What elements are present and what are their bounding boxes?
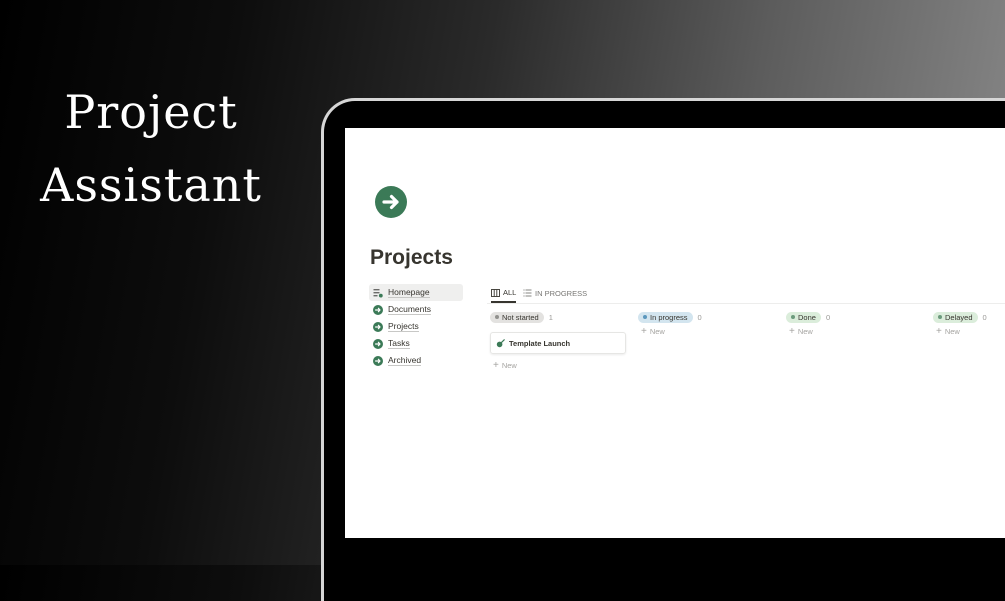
- column-header: Done 0: [786, 311, 926, 323]
- board-column-done: Done 0 + New: [786, 311, 926, 337]
- board-icon: [491, 288, 500, 297]
- arrow-right-circle-icon: [373, 304, 383, 315]
- status-dot: [791, 315, 795, 319]
- arrow-right-circle-icon: [373, 355, 383, 366]
- hero-title: Project Assistant: [0, 76, 302, 222]
- column-count: 0: [825, 312, 831, 322]
- status-dot: [938, 315, 942, 319]
- sidebar-item-label: Projects: [388, 321, 419, 332]
- laptop-screen: Projects Homepage Documents Projects Tas…: [345, 128, 1005, 538]
- column-count: 1: [548, 312, 553, 322]
- status-badge: Done: [786, 311, 821, 323]
- column-header: Not started 1: [490, 311, 630, 323]
- card-title: Template Launch: [509, 338, 571, 348]
- tab-in-progress[interactable]: IN PROGRESS: [523, 284, 587, 302]
- sidebar-item-archived[interactable]: Archived: [369, 352, 463, 369]
- status-dot: [643, 315, 647, 319]
- arrow-right-circle-icon: [373, 321, 383, 332]
- column-header: In progress 0: [638, 311, 778, 323]
- new-label: New: [501, 361, 517, 370]
- status-label: Delayed: [945, 312, 973, 322]
- sidebar-item-documents[interactable]: Documents: [369, 301, 463, 318]
- new-card-button[interactable]: + New: [933, 326, 1005, 337]
- arrow-right-circle-icon: [373, 338, 383, 349]
- database-icon: [373, 288, 383, 297]
- new-label: New: [797, 327, 813, 336]
- status-badge: Not started: [490, 311, 544, 323]
- sidebar: Homepage Documents Projects Tasks Archiv…: [369, 284, 463, 369]
- sidebar-item-label: Documents: [388, 304, 431, 315]
- board-column-delayed: Delayed 0 + New: [933, 311, 1005, 337]
- status-dot: [495, 315, 499, 319]
- new-card-button[interactable]: + New: [638, 326, 778, 337]
- page-title: Projects: [370, 246, 453, 269]
- sidebar-item-tasks[interactable]: Tasks: [369, 335, 463, 352]
- sidebar-item-homepage[interactable]: Homepage: [369, 284, 463, 301]
- new-card-button[interactable]: + New: [786, 326, 926, 337]
- sidebar-item-projects[interactable]: Projects: [369, 318, 463, 335]
- status-badge: Delayed: [933, 311, 978, 323]
- status-label: Done: [798, 312, 816, 322]
- column-count: 0: [697, 312, 702, 322]
- status-label: Not started: [502, 312, 539, 322]
- board-column-not-started: Not started 1 Template Launch + New: [490, 311, 630, 371]
- board-column-in-progress: In progress 0 + New: [638, 311, 778, 337]
- plus-icon: +: [789, 326, 795, 337]
- sidebar-item-label: Homepage: [388, 287, 430, 298]
- new-card-button[interactable]: + New: [490, 360, 630, 371]
- view-tabs: ALL IN PROGRESS: [487, 284, 1005, 304]
- hero-title-line2: Assistant: [40, 158, 262, 212]
- list-icon: [523, 289, 532, 297]
- hero-title-line1: Project: [64, 85, 238, 139]
- column-count: 0: [982, 312, 987, 322]
- new-label: New: [944, 327, 960, 336]
- new-label: New: [649, 327, 665, 336]
- board-card[interactable]: Template Launch: [490, 332, 626, 354]
- status-label: In progress: [650, 312, 688, 322]
- rocket-icon: [496, 338, 505, 347]
- tab-all[interactable]: ALL: [491, 284, 517, 303]
- arrow-right-circle-icon: [375, 186, 407, 218]
- column-header: Delayed 0: [933, 311, 1005, 323]
- plus-icon: +: [936, 326, 942, 337]
- status-badge: In progress: [638, 311, 693, 323]
- sidebar-item-label: Archived: [388, 355, 422, 366]
- tab-label: IN PROGRESS: [535, 288, 588, 298]
- plus-icon: +: [641, 326, 647, 337]
- sidebar-item-label: Tasks: [388, 338, 410, 349]
- tab-label: ALL: [503, 288, 517, 297]
- plus-icon: +: [493, 360, 499, 371]
